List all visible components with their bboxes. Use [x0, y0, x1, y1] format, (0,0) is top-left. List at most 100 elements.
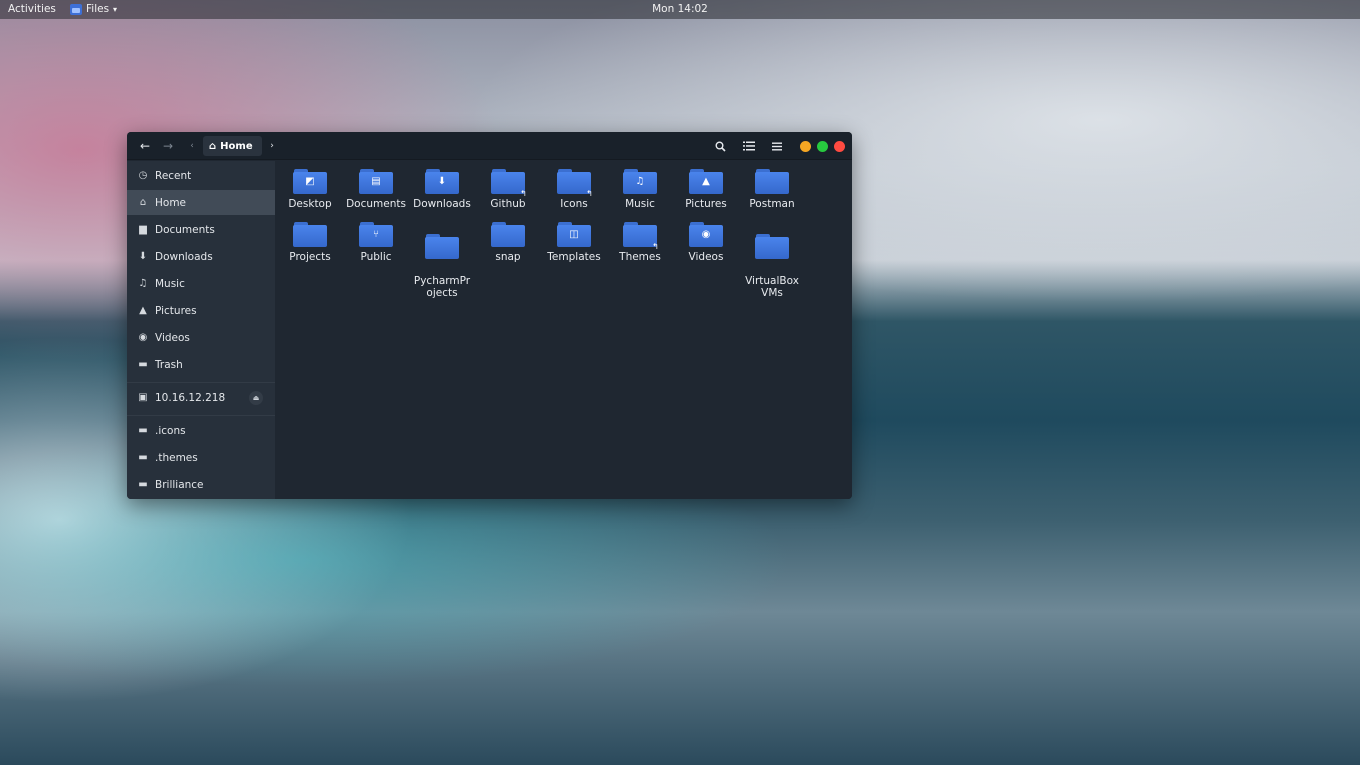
folder-icons[interactable]: ↰ Icons [541, 169, 607, 210]
folder-icon [293, 222, 327, 247]
folder-videos[interactable]: ◉ Videos [673, 222, 739, 263]
sidebar-item-network-drive[interactable]: ▣ 10.16.12.218 ⏏ [127, 385, 275, 410]
network-drive-icon: ▣ [138, 392, 148, 403]
path-segment-label: Home [220, 140, 253, 152]
sidebar-item-downloads[interactable]: ⬇ Downloads [127, 244, 275, 269]
file-label: Desktop [288, 198, 332, 210]
search-button[interactable] [710, 136, 730, 156]
folder-icon: ⬇ [425, 169, 459, 194]
path-scroll-left-button[interactable]: ‹ [185, 136, 199, 156]
sidebar: ◷ Recent ⌂ Home ▆ Documents ⬇ Downloads … [127, 161, 275, 499]
folder-icon: ▬ [138, 452, 148, 463]
trash-icon: ▬ [138, 359, 148, 370]
download-emblem-icon: ⬇ [437, 176, 447, 187]
symlink-emblem-icon: ↰ [652, 242, 659, 251]
file-label: Github [490, 198, 526, 210]
menu-button[interactable] [767, 136, 787, 156]
folder-icon: ↰ [491, 169, 527, 198]
sidebar-separator [127, 415, 275, 416]
folder-icon: ⑂ [359, 222, 393, 247]
folder-snap[interactable]: snap [475, 222, 541, 263]
minimize-button[interactable] [800, 141, 811, 152]
sidebar-item-brilliance-bookmark[interactable]: ▬ Brilliance [127, 472, 275, 497]
sidebar-item-videos[interactable]: ◉ Videos [127, 325, 275, 350]
folder-music[interactable]: ♫ Music [607, 169, 673, 210]
sidebar-item-themes-bookmark[interactable]: ▬ .themes [127, 445, 275, 470]
file-label: Postman [749, 198, 795, 210]
sidebar-item-trash[interactable]: ▬ Trash [127, 352, 275, 377]
desktop-emblem-icon: ◩ [305, 176, 315, 187]
sidebar-item-label: Recent [155, 169, 192, 182]
file-label: Public [360, 251, 392, 263]
file-grid: ◩ Desktop ▤ Documents ⬇ Downloads ↰ Gith… [275, 161, 852, 499]
sidebar-item-pictures[interactable]: ▲ Pictures [127, 298, 275, 323]
home-icon: ⌂ [139, 197, 147, 208]
document-emblem-icon: ▤ [371, 176, 381, 187]
sidebar-separator [127, 382, 275, 383]
headphones-icon: ♫ [138, 278, 148, 289]
chevron-left-icon: ‹ [190, 141, 194, 151]
template-emblem-icon: ◫ [569, 229, 579, 240]
list-view-button[interactable] [739, 136, 759, 156]
folder-pycharmprojects[interactable]: PycharmPr ojects [409, 222, 475, 311]
folder-github[interactable]: ↰ Github [475, 169, 541, 210]
sidebar-item-label: Videos [155, 331, 190, 344]
folder-icon: ◫ [557, 222, 591, 247]
folder-desktop[interactable]: ◩ Desktop [277, 169, 343, 210]
document-icon: ▆ [139, 224, 147, 235]
header-bar: ← → ‹ ⌂ Home › [127, 132, 852, 160]
path-segment-home[interactable]: ⌂ Home [203, 136, 262, 156]
folder-pictures[interactable]: ▲ Pictures [673, 169, 739, 210]
video-emblem-icon: ◉ [701, 229, 711, 240]
sidebar-item-label: Pictures [155, 304, 197, 317]
folder-icon [755, 169, 789, 194]
music-emblem-icon: ♫ [635, 176, 645, 187]
file-label: snap [495, 251, 521, 263]
sidebar-item-recent[interactable]: ◷ Recent [127, 163, 275, 188]
sidebar-item-label: Documents [155, 223, 215, 236]
file-label: PycharmPr ojects [413, 275, 471, 299]
sidebar-item-label: Downloads [155, 250, 213, 263]
symlink-emblem-icon: ↰ [586, 189, 593, 198]
sidebar-item-icons-bookmark[interactable]: ▬ .icons [127, 418, 275, 443]
file-label: Documents [346, 198, 406, 210]
file-label: Pictures [685, 198, 727, 210]
maximize-button[interactable] [817, 141, 828, 152]
sidebar-item-label: 10.16.12.218 [155, 391, 226, 404]
home-icon: ⌂ [209, 140, 217, 152]
clock[interactable]: Mon 14:02 [0, 3, 1360, 15]
file-label: VirtualBox VMs [745, 275, 799, 299]
file-label: Themes [619, 251, 661, 263]
folder-documents[interactable]: ▤ Documents [343, 169, 409, 210]
sidebar-item-label: Brilliance [155, 478, 204, 491]
folder-icon: ◩ [293, 169, 327, 194]
file-label: Downloads [413, 198, 471, 210]
sidebar-item-label: .themes [155, 451, 198, 464]
folder-icon [425, 234, 459, 259]
folder-themes[interactable]: ↰ Themes [607, 222, 673, 263]
folder-icon: ▬ [138, 425, 148, 436]
folder-downloads[interactable]: ⬇ Downloads [409, 169, 475, 210]
sidebar-item-label: .icons [155, 424, 186, 437]
folder-templates[interactable]: ◫ Templates [541, 222, 607, 263]
back-button[interactable]: ← [135, 136, 155, 156]
image-emblem-icon: ▲ [702, 176, 710, 187]
folder-public[interactable]: ⑂ Public [343, 222, 409, 263]
folder-virtualbox-vms[interactable]: VirtualBox VMs [739, 222, 805, 311]
forward-button[interactable]: → [158, 136, 178, 156]
arrow-left-icon: ← [139, 139, 151, 153]
path-scroll-right-button[interactable]: › [265, 136, 279, 156]
file-label: Templates [547, 251, 601, 263]
chevron-right-icon: › [270, 141, 274, 151]
sidebar-item-home[interactable]: ⌂ Home [127, 190, 275, 215]
folder-icon: ▲ [689, 169, 723, 194]
sidebar-item-documents[interactable]: ▆ Documents [127, 217, 275, 242]
close-button[interactable] [834, 141, 845, 152]
symlink-emblem-icon: ↰ [520, 189, 527, 198]
folder-projects[interactable]: Projects [277, 222, 343, 263]
eject-icon[interactable]: ⏏ [249, 391, 263, 405]
folder-postman[interactable]: Postman [739, 169, 805, 210]
video-icon: ◉ [138, 332, 148, 343]
sidebar-item-music[interactable]: ♫ Music [127, 271, 275, 296]
folder-icon: ▤ [359, 169, 393, 194]
